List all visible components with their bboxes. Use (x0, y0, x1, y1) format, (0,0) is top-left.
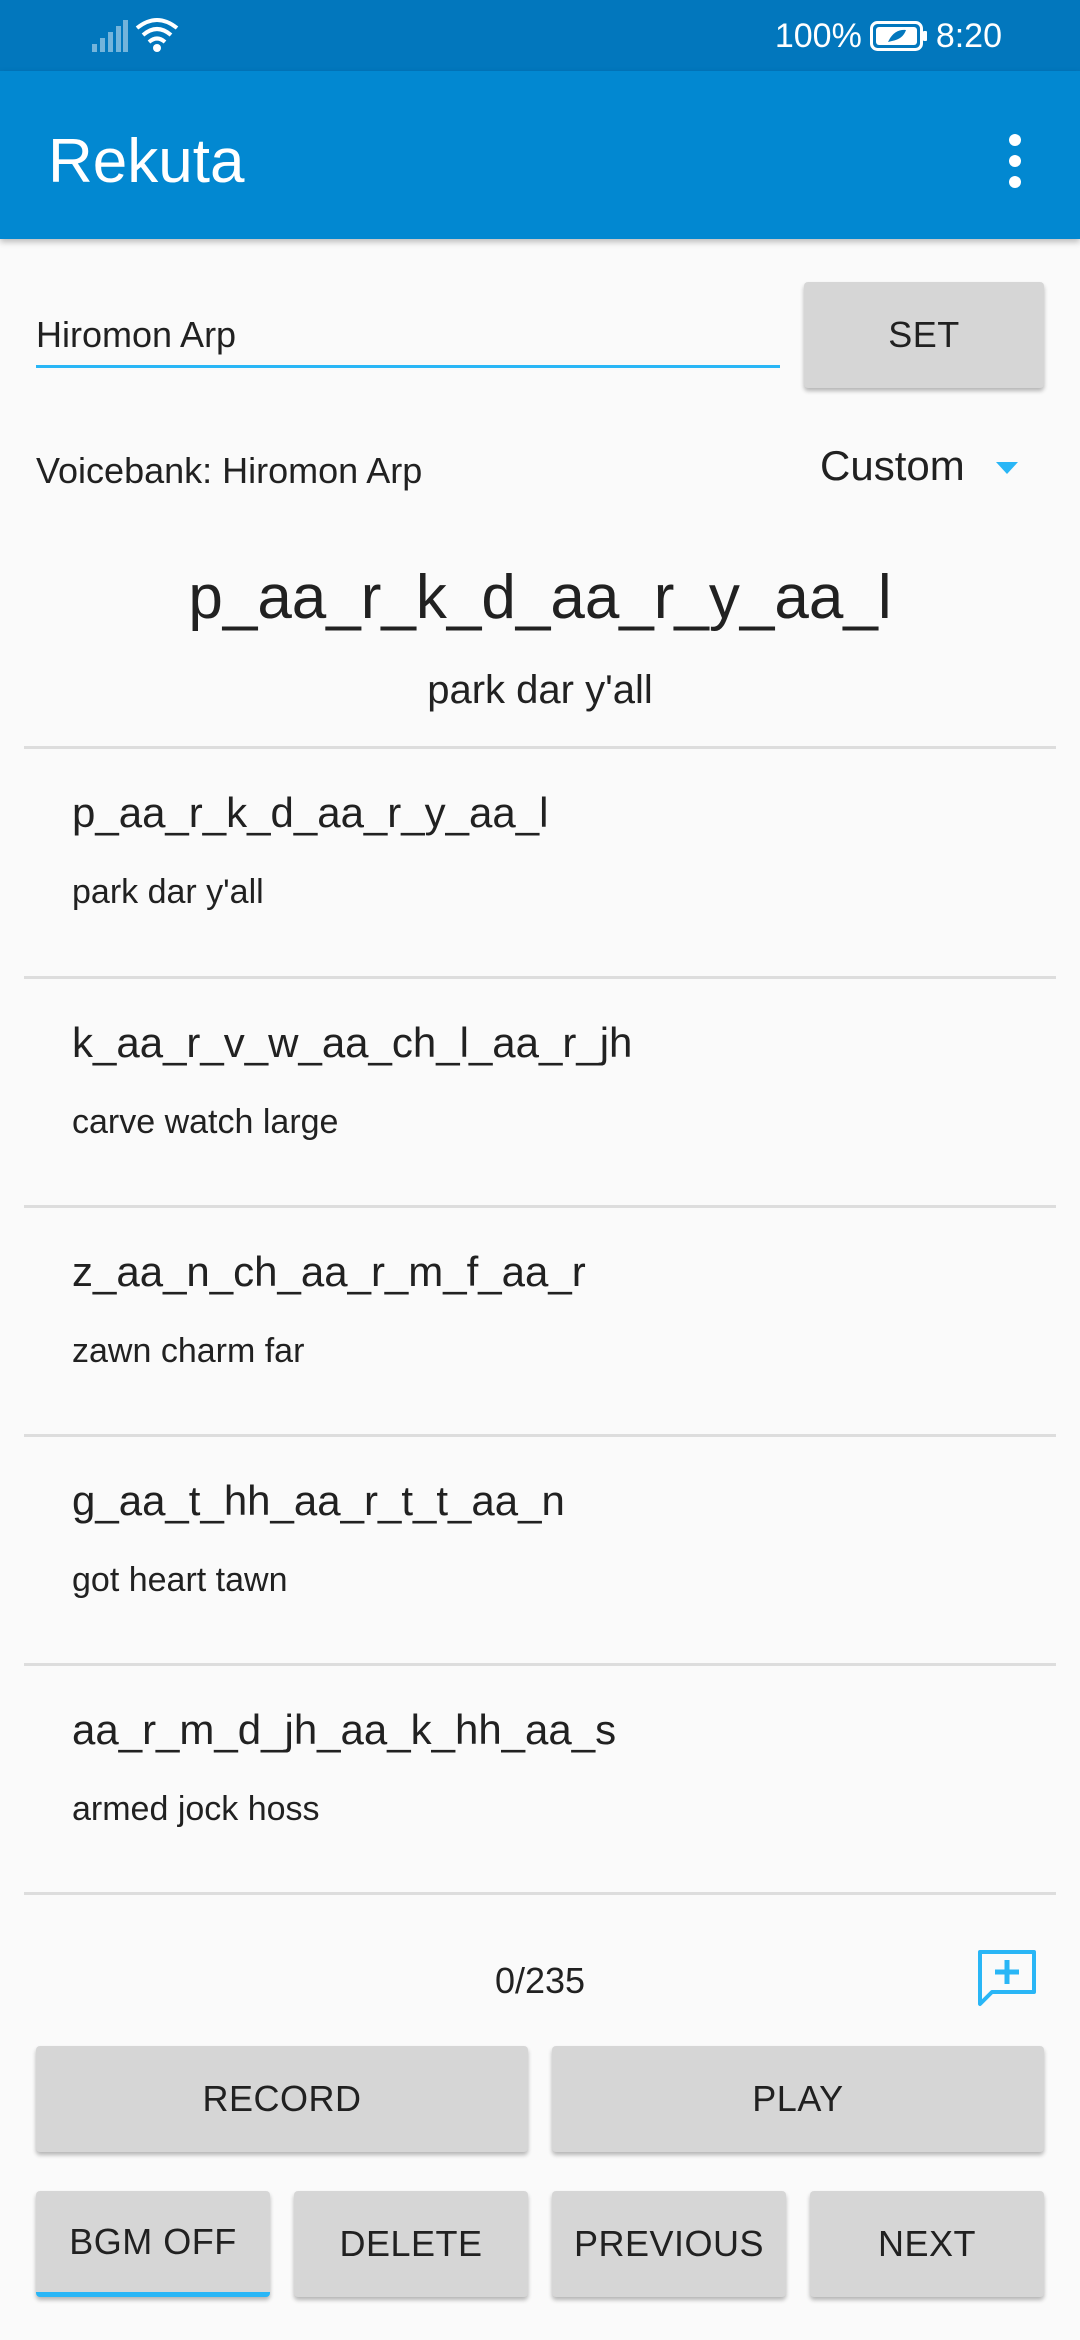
next-button[interactable]: NEXT (810, 2191, 1044, 2297)
current-words: park dar y'all (427, 668, 653, 712)
list-item[interactable]: g_aa_t_hh_aa_r_t_t_aa_n got heart tawn (24, 1437, 1056, 1665)
app-title: Rekuta (48, 127, 245, 196)
previous-button[interactable]: PREVIOUS (552, 2191, 786, 2297)
list-item-words: zawn charm far (72, 1332, 305, 1370)
set-button[interactable]: SET (804, 282, 1044, 388)
list-item-phonemes: p_aa_r_k_d_aa_r_y_aa_l (72, 789, 549, 836)
list-item[interactable]: k_aa_r_v_w_aa_ch_l_aa_r_jh carve watch l… (24, 979, 1056, 1207)
list-item-words: armed jock hoss (72, 1790, 320, 1828)
divider (24, 1892, 1056, 1895)
list-item-phonemes: g_aa_t_hh_aa_r_t_t_aa_n (72, 1477, 565, 1524)
clock: 8:20 (935, 16, 1002, 55)
app-bar: Rekuta (0, 71, 1080, 239)
list-item[interactable]: z_aa_n_ch_aa_r_m_f_aa_r zawn charm far (24, 1208, 1056, 1436)
list-item-words: got heart tawn (72, 1561, 288, 1599)
wifi-icon (135, 18, 179, 52)
record-button[interactable]: RECORD (36, 2046, 528, 2152)
play-button[interactable]: PLAY (552, 2046, 1044, 2152)
battery-percent: 100% (774, 16, 862, 55)
preset-selected: Custom (820, 442, 965, 489)
list-item[interactable]: p_aa_r_k_d_aa_r_y_aa_l park dar y'all (24, 749, 1056, 977)
more-vert-icon[interactable] (980, 121, 1050, 201)
list-item-phonemes: z_aa_n_ch_aa_r_m_f_aa_r (72, 1248, 586, 1295)
signal-icon (92, 20, 128, 52)
list-item-words: carve watch large (72, 1103, 339, 1141)
list-item-phonemes: k_aa_r_v_w_aa_ch_l_aa_r_jh (72, 1019, 633, 1066)
voicebank-name-input[interactable] (36, 305, 780, 368)
list-item-phonemes: aa_r_m_d_jh_aa_k_hh_aa_s (72, 1706, 617, 1753)
bgm-toggle-button[interactable]: BGM OFF (36, 2191, 270, 2297)
preset-dropdown[interactable]: Custom (820, 442, 965, 490)
progress-counter: 0/235 (494, 1960, 586, 2001)
voicebank-label: Voicebank: Hiromon Arp (36, 450, 423, 491)
battery-icon (869, 21, 927, 51)
delete-button[interactable]: DELETE (294, 2191, 528, 2297)
dropdown-arrow-icon[interactable] (996, 462, 1018, 474)
status-bar: 100% 8:20 (0, 0, 1080, 71)
current-phonemes: p_aa_r_k_d_aa_r_y_aa_l (188, 563, 892, 632)
list-item[interactable]: aa_r_m_d_jh_aa_k_hh_aa_s armed jock hoss (24, 1666, 1056, 1894)
add-comment-icon[interactable] (976, 1948, 1038, 2008)
list-item-words: park dar y'all (72, 873, 264, 911)
